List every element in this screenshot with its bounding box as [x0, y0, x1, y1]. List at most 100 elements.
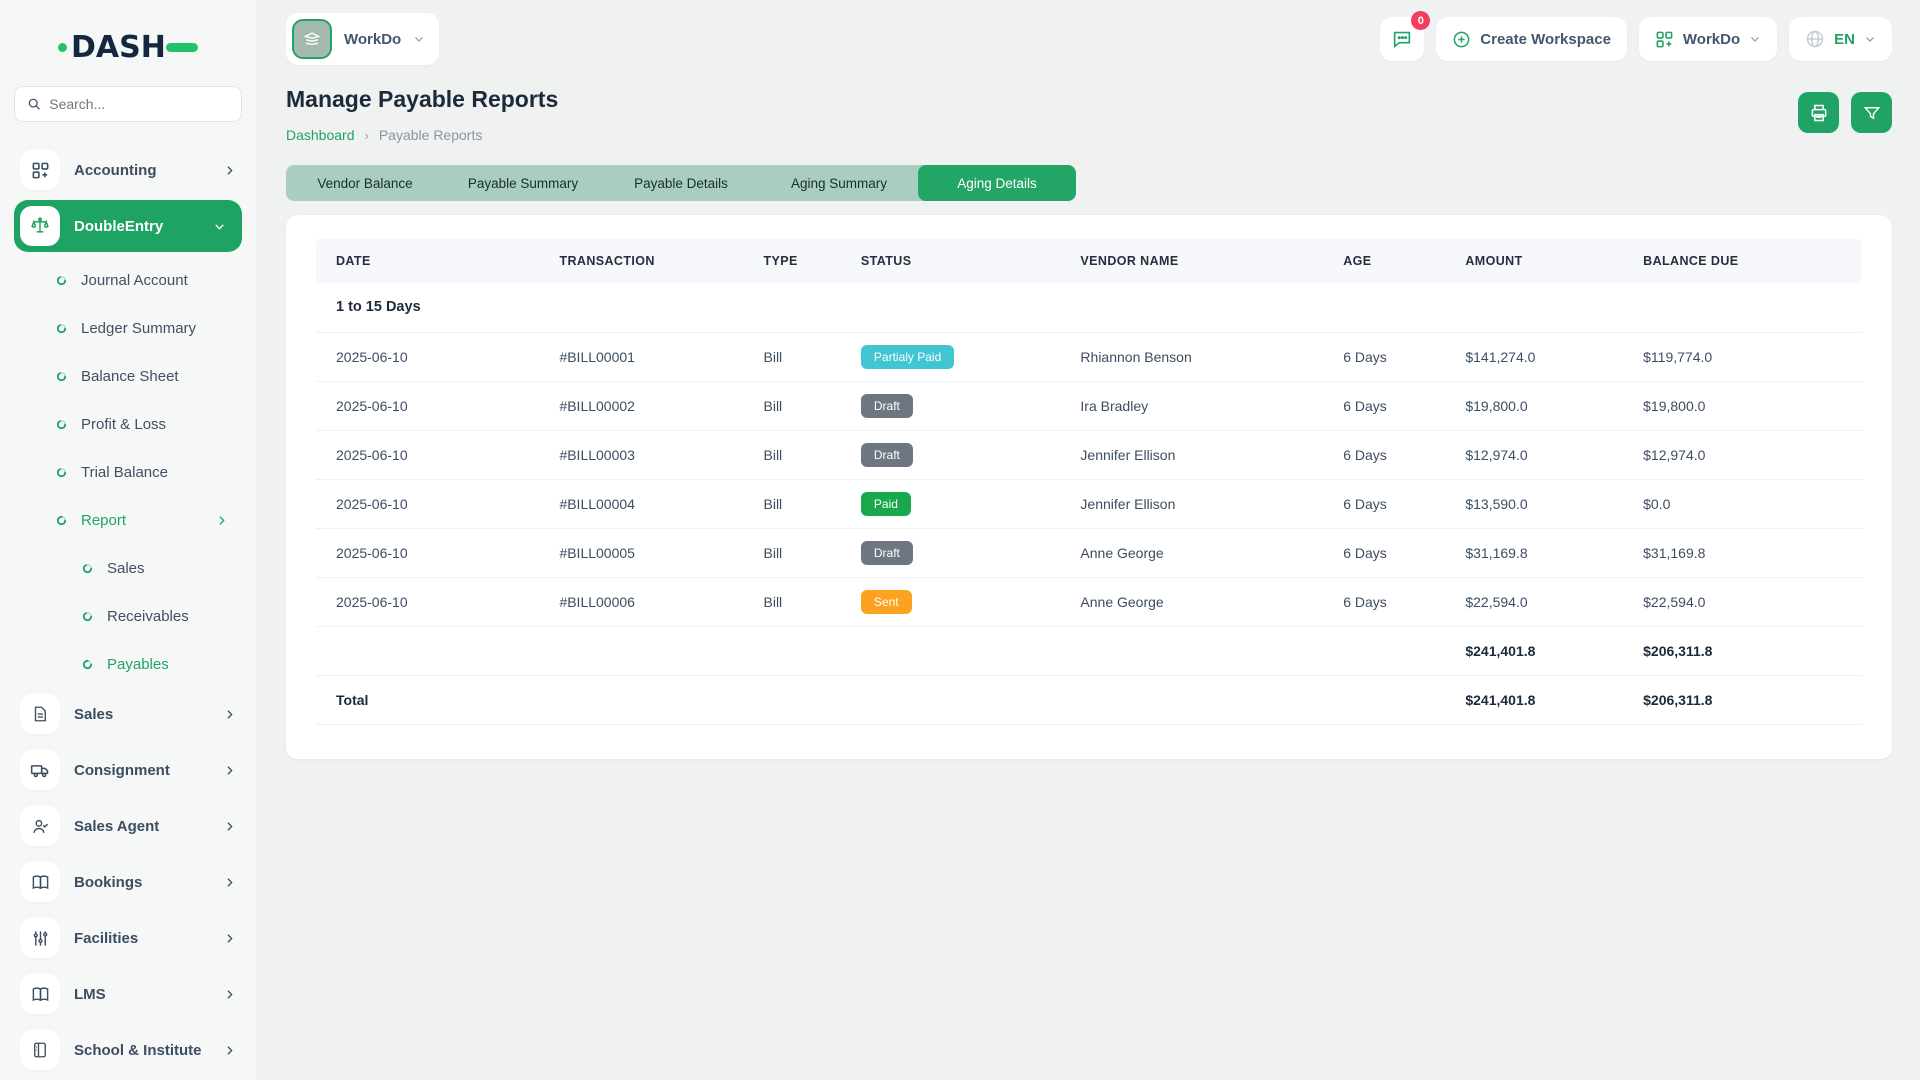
breadcrumb-dashboard-link[interactable]: Dashboard [286, 127, 355, 143]
cell-type: Bill [754, 577, 851, 626]
search-input[interactable] [49, 96, 229, 112]
sidebar-item-label: Journal Account [81, 272, 242, 289]
balance-scale-icon [20, 206, 60, 246]
table-header-row: DATE TRANSACTION TYPE STATUS VENDOR NAME… [316, 239, 1862, 283]
tab-payable-summary[interactable]: Payable Summary [444, 165, 602, 201]
col-type: TYPE [754, 239, 851, 283]
breadcrumb: Dashboard › Payable Reports [286, 127, 558, 143]
cell-amount: $141,274.0 [1455, 332, 1633, 381]
sidebar-item-receivables[interactable]: Receivables [14, 592, 242, 640]
cell-vendor: Anne George [1070, 528, 1333, 577]
chevron-right-icon [223, 164, 236, 177]
chat-bubble-icon [1391, 28, 1413, 50]
sliders-icon [20, 918, 60, 958]
sidebar-item-label: Ledger Summary [81, 320, 242, 337]
printer-icon [1809, 103, 1829, 123]
cell-transaction: #BILL00001 [549, 332, 753, 381]
sidebar-item-accounting[interactable]: Accounting [14, 144, 242, 196]
age-group-row: 1 to 15 Days [316, 283, 1862, 332]
tab-aging-summary[interactable]: Aging Summary [760, 165, 918, 201]
grid-plus-icon [1655, 30, 1674, 49]
chevron-down-icon [213, 220, 236, 233]
sidebar-item-report[interactable]: Report [14, 496, 242, 544]
table-row: 2025-06-10 #BILL00002 Bill Draft Ira Bra… [316, 381, 1862, 430]
circle-dot-icon [56, 371, 67, 382]
workspace-menu-button[interactable]: WorkDo [1639, 17, 1777, 61]
cell-vendor: Ira Bradley [1070, 381, 1333, 430]
language-selector[interactable]: EN [1789, 17, 1892, 61]
cell-transaction: #BILL00002 [549, 381, 753, 430]
status-badge: Draft [861, 541, 913, 565]
language-code: EN [1834, 31, 1855, 48]
workspace-selector[interactable]: WorkDo [286, 13, 439, 65]
cell-date: 2025-06-10 [316, 332, 549, 381]
sidebar-item-facilities[interactable]: Facilities [14, 912, 242, 964]
sidebar-item-ledger-summary[interactable]: Ledger Summary [14, 304, 242, 352]
circle-dot-icon [56, 467, 67, 478]
sidebar-item-payables[interactable]: Payables [14, 640, 242, 688]
topbar: WorkDo 0 Create Workspace [286, 10, 1892, 68]
cell-vendor: Anne George [1070, 577, 1333, 626]
topbar-actions: 0 Create Workspace WorkDo [1380, 17, 1892, 61]
tab-vendor-balance[interactable]: Vendor Balance [286, 165, 444, 201]
filter-button[interactable] [1851, 92, 1892, 133]
sidebar-item-doubleentry[interactable]: DoubleEntry [14, 200, 242, 252]
cell-transaction: #BILL00006 [549, 577, 753, 626]
sidebar-item-label: Sales Agent [74, 818, 209, 835]
sidebar-item-journal-account[interactable]: Journal Account [14, 256, 242, 304]
cell-amount: $19,800.0 [1455, 381, 1633, 430]
filter-funnel-icon [1863, 104, 1881, 122]
page-actions [1798, 92, 1892, 133]
svg-text:DASH: DASH [71, 30, 166, 65]
chevron-right-icon [223, 1044, 236, 1057]
sidebar-item-sales[interactable]: Sales [14, 688, 242, 740]
status-badge: Draft [861, 394, 913, 418]
sidebar-item-consignment[interactable]: Consignment [14, 744, 242, 796]
page-title: Manage Payable Reports [286, 86, 558, 113]
sidebar-item-sales-agent[interactable]: Sales Agent [14, 800, 242, 852]
sidebar-item-balance-sheet[interactable]: Balance Sheet [14, 352, 242, 400]
cell-balance-due: $0.0 [1633, 479, 1862, 528]
col-status: STATUS [851, 239, 1071, 283]
tab-aging-details[interactable]: Aging Details [918, 165, 1076, 201]
cell-date: 2025-06-10 [316, 577, 549, 626]
messages-button[interactable]: 0 [1380, 17, 1424, 61]
cell-age: 6 Days [1333, 577, 1455, 626]
person-check-icon [20, 806, 60, 846]
sidebar-item-lms[interactable]: LMS [14, 968, 242, 1020]
sidebar-item-trial-balance[interactable]: Trial Balance [14, 448, 242, 496]
cell-date: 2025-06-10 [316, 430, 549, 479]
cell-transaction: #BILL00005 [549, 528, 753, 577]
cell-vendor: Jennifer Ellison [1070, 479, 1333, 528]
print-button[interactable] [1798, 92, 1839, 133]
cell-age: 6 Days [1333, 528, 1455, 577]
create-workspace-button[interactable]: Create Workspace [1436, 17, 1627, 61]
chevron-down-icon [413, 33, 425, 45]
circle-dot-icon [56, 515, 67, 526]
app-logo[interactable]: DASH [14, 18, 242, 86]
sidebar-item-profit-loss[interactable]: Profit & Loss [14, 400, 242, 448]
sidebar-item-report-sales[interactable]: Sales [14, 544, 242, 592]
tab-payable-details[interactable]: Payable Details [602, 165, 760, 201]
grid-plus-icon [20, 150, 60, 190]
table-row: 2025-06-10 #BILL00001 Bill Partialy Paid… [316, 332, 1862, 381]
table-row: 2025-06-10 #BILL00005 Bill Draft Anne Ge… [316, 528, 1862, 577]
sidebar-item-label: Payables [107, 656, 242, 673]
cell-type: Bill [754, 381, 851, 430]
cell-transaction: #BILL00003 [549, 430, 753, 479]
sidebar: DASH Accounting [0, 0, 256, 1080]
sidebar-item-label: Report [81, 512, 201, 529]
cell-age: 6 Days [1333, 332, 1455, 381]
report-card: DATE TRANSACTION TYPE STATUS VENDOR NAME… [286, 215, 1892, 759]
sidebar-item-bookings[interactable]: Bookings [14, 856, 242, 908]
subtotal-amount: $241,401.8 [1455, 626, 1633, 675]
chevron-right-icon [215, 514, 242, 527]
total-row: Total $241,401.8 $206,311.8 [316, 675, 1862, 724]
sidebar-item-label: Accounting [74, 162, 209, 179]
subtotal-balance-due: $206,311.8 [1633, 626, 1862, 675]
sidebar-item-school-institute[interactable]: School & Institute [14, 1024, 242, 1076]
workspace-menu-label: WorkDo [1683, 31, 1740, 48]
sidebar-item-label: School & Institute [74, 1042, 209, 1059]
book-icon [20, 862, 60, 902]
cell-type: Bill [754, 479, 851, 528]
